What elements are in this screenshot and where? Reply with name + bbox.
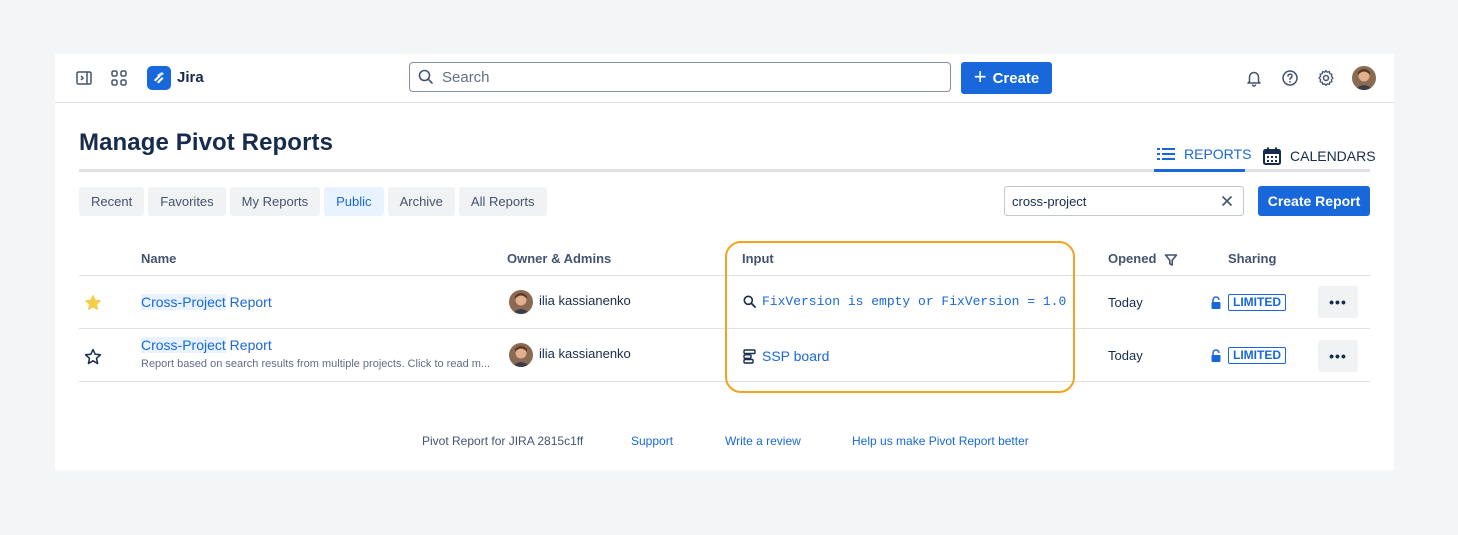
report-name-rest: Report bbox=[225, 294, 272, 310]
owner-avatar bbox=[509, 290, 533, 314]
lock-open-icon bbox=[1211, 349, 1221, 362]
gear-icon[interactable] bbox=[1314, 66, 1338, 90]
filter-funnel-icon[interactable] bbox=[1164, 253, 1178, 267]
favorite-star-outline-icon[interactable] bbox=[84, 348, 102, 366]
create-button-label: Create bbox=[992, 69, 1040, 87]
report-filters: Recent Favorites My Reports Public Archi… bbox=[79, 187, 551, 216]
tab-calendars-label: CALENDARS bbox=[1290, 148, 1376, 164]
opened-date: Today bbox=[1108, 348, 1143, 363]
column-header-opened[interactable]: Opened bbox=[1108, 251, 1156, 266]
report-name-match: Cross-Project bbox=[141, 294, 226, 310]
help-icon[interactable] bbox=[1278, 66, 1302, 90]
jira-logo-icon[interactable] bbox=[147, 66, 171, 90]
opened-date: Today bbox=[1108, 295, 1143, 310]
list-icon bbox=[1157, 148, 1175, 160]
lock-open-icon bbox=[1211, 296, 1221, 309]
owner-name: ilia kassianenko bbox=[539, 293, 631, 308]
user-avatar[interactable] bbox=[1352, 66, 1376, 90]
tab-reports-label: REPORTS bbox=[1184, 146, 1252, 162]
filter-all-reports[interactable]: All Reports bbox=[458, 187, 547, 216]
report-search bbox=[1004, 186, 1244, 216]
report-name-match: Cross-Project bbox=[141, 337, 226, 353]
report-name-link[interactable]: Cross-Project Report bbox=[141, 337, 272, 353]
app-name[interactable]: Jira bbox=[177, 69, 204, 86]
create-report-button[interactable]: Create Report bbox=[1258, 186, 1370, 216]
create-button[interactable]: + Create bbox=[961, 62, 1052, 94]
bell-icon[interactable] bbox=[1242, 66, 1266, 90]
app-frame: Jira + Create Manage Pivot Reports REPOR… bbox=[55, 54, 1394, 470]
app-switcher-icon[interactable] bbox=[107, 66, 131, 90]
filter-archive[interactable]: Archive bbox=[387, 187, 455, 216]
favorite-star-filled-icon[interactable] bbox=[84, 294, 102, 312]
tab-calendars[interactable]: CALENDARS bbox=[1262, 146, 1376, 166]
footer-feedback-link[interactable]: Help us make Pivot Report better bbox=[852, 434, 1029, 448]
report-description: Report based on search results from mult… bbox=[141, 358, 491, 370]
filter-recent[interactable]: Recent bbox=[79, 187, 145, 216]
sidebar-toggle-icon[interactable] bbox=[72, 66, 96, 90]
filter-favorites[interactable]: Favorites bbox=[148, 187, 226, 216]
page-title: Manage Pivot Reports bbox=[79, 129, 334, 156]
column-header-sharing[interactable]: Sharing bbox=[1228, 251, 1276, 266]
column-header-owner[interactable]: Owner & Admins bbox=[507, 251, 611, 266]
filter-my-reports[interactable]: My Reports bbox=[229, 187, 321, 216]
sharing-badge[interactable]: LIMITED bbox=[1228, 294, 1286, 311]
footer-support-link[interactable]: Support bbox=[631, 434, 673, 448]
global-search[interactable] bbox=[409, 62, 951, 92]
footer-review-link[interactable]: Write a review bbox=[725, 434, 801, 448]
footer-version: Pivot Report for JIRA 2815c1ff bbox=[422, 434, 584, 448]
search-icon bbox=[418, 69, 433, 84]
top-navigation: Jira + Create bbox=[55, 54, 1394, 103]
plus-icon: + bbox=[973, 64, 987, 89]
more-actions-button[interactable]: ••• bbox=[1318, 286, 1358, 318]
owner-name: ilia kassianenko bbox=[539, 346, 631, 361]
report-name-link[interactable]: Cross-Project Report bbox=[141, 294, 272, 310]
column-header-name[interactable]: Name bbox=[141, 251, 176, 266]
filter-public[interactable]: Public bbox=[324, 187, 384, 216]
close-icon[interactable] bbox=[1219, 193, 1235, 209]
report-search-input[interactable] bbox=[1010, 192, 1214, 210]
sharing-badge[interactable]: LIMITED bbox=[1228, 347, 1286, 364]
active-tab-indicator bbox=[1154, 169, 1245, 172]
search-input[interactable] bbox=[440, 67, 924, 87]
calendar-icon bbox=[1263, 147, 1281, 165]
owner-avatar bbox=[509, 343, 533, 367]
report-name-rest: Report bbox=[225, 337, 272, 353]
table-divider bbox=[79, 381, 1370, 382]
more-actions-button[interactable]: ••• bbox=[1318, 340, 1358, 372]
tab-reports[interactable]: REPORTS bbox=[1156, 146, 1251, 162]
input-column-highlight bbox=[725, 241, 1075, 393]
